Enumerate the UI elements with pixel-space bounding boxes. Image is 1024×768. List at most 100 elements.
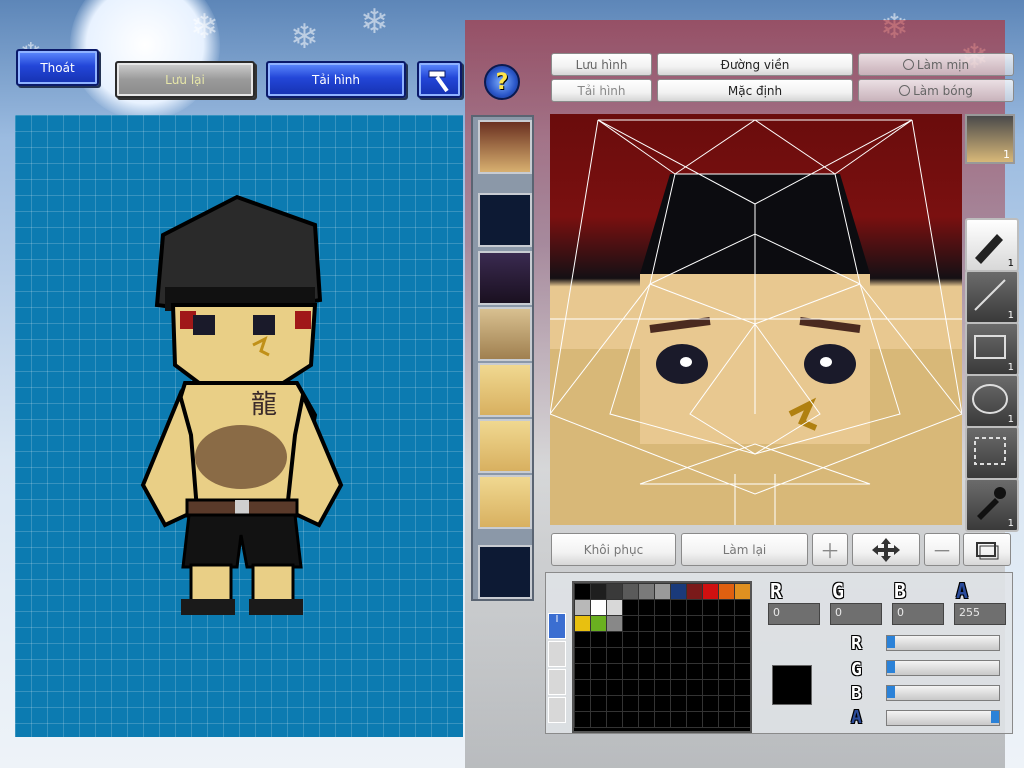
- layer-tab-4[interactable]: [548, 697, 566, 723]
- help-button[interactable]: ?: [484, 64, 520, 100]
- palette-swatch[interactable]: [591, 600, 606, 615]
- character-preview-canvas[interactable]: 龍: [15, 115, 463, 737]
- blue-value-field[interactable]: 0: [892, 603, 944, 625]
- palette-swatch[interactable]: [655, 664, 670, 679]
- palette-swatch[interactable]: [575, 712, 590, 727]
- palette-swatch[interactable]: [687, 712, 702, 727]
- palette-swatch[interactable]: [703, 600, 718, 615]
- ellipse-tool[interactable]: 1: [965, 374, 1019, 428]
- blue-slider-knob[interactable]: [887, 686, 895, 698]
- palette-swatch[interactable]: [719, 648, 734, 663]
- palette-swatch[interactable]: [623, 632, 638, 647]
- layer-tab-2[interactable]: [548, 641, 566, 667]
- palette-swatch[interactable]: [735, 664, 750, 679]
- palette-swatch[interactable]: [639, 664, 654, 679]
- palette-swatch[interactable]: [735, 648, 750, 663]
- palette-swatch[interactable]: [719, 616, 734, 631]
- palette-swatch[interactable]: [687, 600, 702, 615]
- pen-tool[interactable]: 1: [965, 218, 1019, 272]
- palette-swatch[interactable]: [703, 632, 718, 647]
- color-palette[interactable]: [572, 581, 752, 733]
- palette-swatch[interactable]: [591, 632, 606, 647]
- palette-swatch[interactable]: [671, 664, 686, 679]
- palette-swatch[interactable]: [639, 712, 654, 727]
- palette-swatch[interactable]: [591, 664, 606, 679]
- palette-swatch[interactable]: [639, 648, 654, 663]
- save-button[interactable]: Lưu lại: [115, 61, 255, 98]
- eyedropper-tool[interactable]: 1: [965, 478, 1019, 532]
- palette-swatch[interactable]: [623, 680, 638, 695]
- palette-swatch[interactable]: [671, 648, 686, 663]
- palette-swatch[interactable]: [575, 632, 590, 647]
- palette-swatch[interactable]: [719, 664, 734, 679]
- palette-swatch[interactable]: [575, 696, 590, 711]
- palette-swatch[interactable]: [591, 696, 606, 711]
- palette-swatch[interactable]: [607, 616, 622, 631]
- palette-swatch[interactable]: [575, 600, 590, 615]
- palette-swatch[interactable]: [623, 696, 638, 711]
- palette-swatch[interactable]: [639, 696, 654, 711]
- palette-swatch[interactable]: [735, 712, 750, 727]
- palette-swatch[interactable]: [687, 648, 702, 663]
- blue-slider[interactable]: [886, 685, 1000, 701]
- tab-outline[interactable]: Đường viền: [657, 53, 853, 76]
- part-thumb-empty[interactable]: [478, 545, 532, 599]
- palette-swatch[interactable]: [735, 600, 750, 615]
- alpha-slider[interactable]: [886, 710, 1000, 726]
- palette-swatch[interactable]: [703, 648, 718, 663]
- palette-swatch[interactable]: [655, 696, 670, 711]
- part-thumb-empty[interactable]: [478, 193, 532, 247]
- shade-toggle[interactable]: Làm bóng: [858, 79, 1014, 102]
- exit-button[interactable]: Thoát: [16, 49, 99, 86]
- red-slider-knob[interactable]: [887, 636, 895, 648]
- part-thumb-cap[interactable]: [478, 251, 532, 305]
- select-tool[interactable]: [965, 426, 1019, 480]
- palette-swatch[interactable]: [591, 712, 606, 727]
- palette-swatch[interactable]: [575, 648, 590, 663]
- palette-swatch[interactable]: [575, 664, 590, 679]
- palette-swatch[interactable]: [575, 616, 590, 631]
- texture-edit-canvas[interactable]: [550, 114, 962, 525]
- zoom-out-button[interactable]: －: [924, 533, 960, 566]
- palette-swatch[interactable]: [671, 712, 686, 727]
- reload-button[interactable]: Tải hình: [266, 61, 406, 98]
- palette-swatch[interactable]: [607, 600, 622, 615]
- tab-save-image[interactable]: Lưu hình: [551, 53, 652, 76]
- palette-swatch[interactable]: [639, 600, 654, 615]
- palette-swatch[interactable]: [607, 680, 622, 695]
- palette-swatch[interactable]: [655, 632, 670, 647]
- palette-swatch[interactable]: [719, 696, 734, 711]
- palette-swatch[interactable]: [655, 680, 670, 695]
- move-button[interactable]: [852, 533, 920, 566]
- hammer-tool-button[interactable]: [417, 61, 462, 98]
- line-tool[interactable]: 1: [965, 270, 1019, 324]
- green-value-field[interactable]: 0: [830, 603, 882, 625]
- palette-swatch[interactable]: [671, 696, 686, 711]
- alpha-slider-knob[interactable]: [991, 711, 999, 723]
- palette-swatch[interactable]: [735, 584, 750, 599]
- palette-swatch[interactable]: [591, 648, 606, 663]
- window-mode-button[interactable]: [963, 533, 1011, 566]
- redo-button[interactable]: Làm lại: [681, 533, 808, 566]
- palette-swatch[interactable]: [687, 632, 702, 647]
- tab-reload-image[interactable]: Tải hình: [551, 79, 652, 102]
- palette-swatch[interactable]: [591, 584, 606, 599]
- palette-grid[interactable]: [574, 583, 750, 728]
- palette-swatch[interactable]: [623, 600, 638, 615]
- palette-swatch[interactable]: [623, 648, 638, 663]
- restore-button[interactable]: Khôi phục: [551, 533, 676, 566]
- palette-swatch[interactable]: [639, 680, 654, 695]
- palette-swatch[interactable]: [671, 632, 686, 647]
- layer-tab-3[interactable]: [548, 669, 566, 695]
- part-thumb-face[interactable]: [478, 363, 532, 417]
- palette-swatch[interactable]: [607, 632, 622, 647]
- palette-swatch[interactable]: [591, 616, 606, 631]
- palette-swatch[interactable]: [735, 696, 750, 711]
- face-preview-thumb[interactable]: 1: [965, 114, 1015, 164]
- palette-swatch[interactable]: [703, 584, 718, 599]
- part-thumb-head-full[interactable]: [478, 120, 532, 174]
- palette-swatch[interactable]: [719, 680, 734, 695]
- palette-swatch[interactable]: [735, 632, 750, 647]
- palette-swatch[interactable]: [735, 680, 750, 695]
- palette-swatch[interactable]: [575, 584, 590, 599]
